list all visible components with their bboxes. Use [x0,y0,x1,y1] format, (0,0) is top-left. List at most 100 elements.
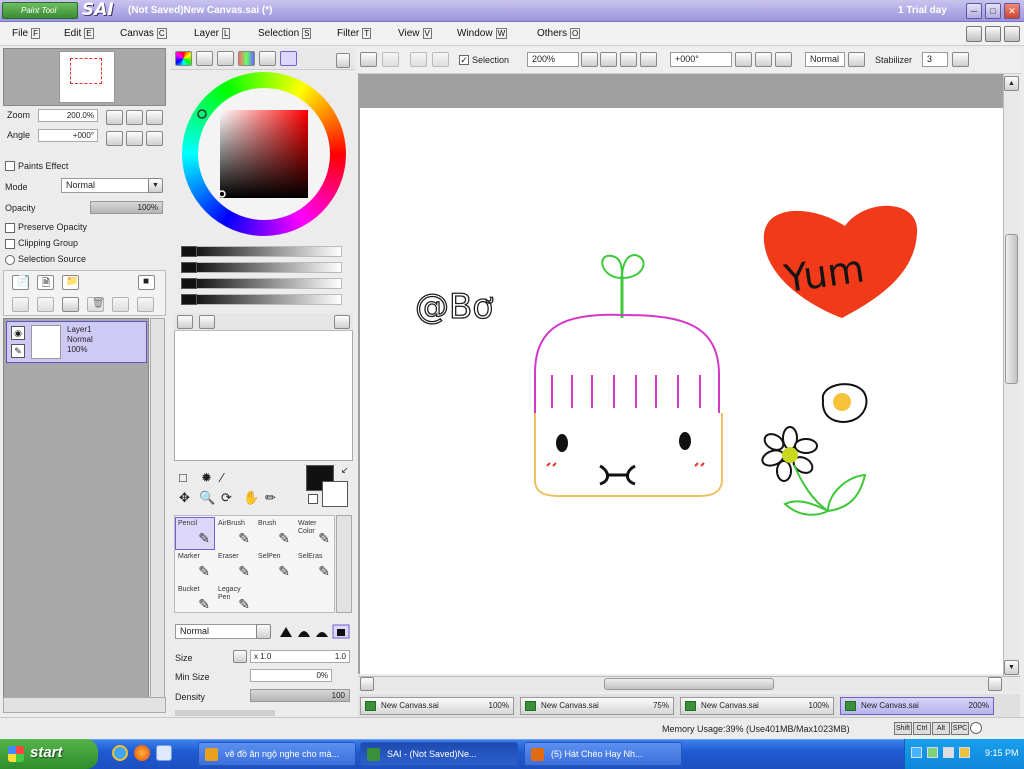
canvas-zoom-out-button[interactable] [600,52,617,67]
secondary-color-swatch[interactable] [322,481,348,507]
size-field[interactable]: x 1.0 1.0 [250,650,350,663]
round-tip-icon[interactable] [298,631,310,637]
tool-seleras[interactable]: SelEras ✎ [295,550,335,583]
soft-tip-icon[interactable] [316,632,328,637]
gray-slider-3[interactable] [181,278,342,289]
taskbar-button[interactable]: (5) Hát Chèo Hay Nh... [524,742,682,766]
menu-canvas[interactable]: Canvas C [120,28,167,39]
scroll-up-button[interactable]: ▲ [1004,76,1019,91]
duplicate-layer-button[interactable] [112,297,129,312]
zoom-reset-button[interactable] [146,110,163,125]
layer-row[interactable]: ◉ ✎ Layer1 Normal 100% [6,321,147,363]
brush-blend-select[interactable]: Normal [175,624,257,639]
scratch-left-button[interactable] [177,315,193,329]
transfer-down-button[interactable] [12,297,29,312]
paints-effect-toggle[interactable] [5,161,15,171]
tool-eraser[interactable]: Eraser ✎ [215,550,255,583]
selection-checkbox[interactable]: ✓ [459,55,469,65]
tool-marker[interactable]: Marker ✎ [175,550,215,583]
new-layer-button[interactable]: 📄 [12,275,29,290]
scratchpad[interactable] [174,313,353,461]
document-tab[interactable]: New Canvas.sai 200% [840,697,994,715]
brush-settings-more[interactable] [175,710,275,716]
show-desktop-icon[interactable] [156,745,172,761]
tool-palette-scrollbar[interactable] [336,515,352,613]
color-panel-menu-button[interactable] [336,53,350,68]
maximize-button[interactable]: □ [985,3,1001,19]
scroll-right-button[interactable] [988,677,1002,691]
navigator-thumbnail[interactable] [59,51,115,103]
menu-others[interactable]: Others O [537,28,581,39]
volume-icon[interactable] [943,747,954,758]
move-icon[interactable]: ✥ [179,490,190,506]
menu-layer[interactable]: Layer L [194,28,231,39]
canvas-hscroll-thumb[interactable] [604,678,774,690]
visibility-eye-icon[interactable]: ◉ [11,326,25,340]
color-mixer-mode-button[interactable] [259,51,276,66]
color-wheel-mode-button[interactable] [175,51,192,66]
triangle-tip-icon[interactable] [280,627,292,637]
eyedropper-icon[interactable]: ✏ [265,490,276,506]
scroll-left-button[interactable] [360,677,374,691]
new-linked-layer-button[interactable]: 🗎 [37,275,54,290]
scratch-menu-button[interactable] [334,315,350,329]
rgb-slider-mode-button[interactable] [196,51,213,66]
pencil-lock-icon[interactable]: ✎ [11,344,25,358]
tool-airbrush[interactable]: AirBrush ✎ [215,517,255,550]
document-tab[interactable]: New Canvas.sai 100% [360,697,514,715]
ie-quicklaunch-icon[interactable] [112,745,128,761]
zoom-in-button[interactable] [126,110,143,125]
rotate-reset-button[interactable] [146,131,163,146]
size-multiplier-button[interactable] [233,650,247,663]
undo-button[interactable] [360,52,377,67]
layer-list-scrollbar[interactable] [150,318,165,710]
stabilizer-field[interactable]: 3 [922,52,948,67]
scroll-down-button[interactable]: ▼ [1004,660,1019,675]
menu-file[interactable]: File F [12,28,41,39]
tool-pencil[interactable]: Pencil ✎ [175,517,215,550]
transparent-color-toggle[interactable] [308,494,318,504]
layer-mode-select[interactable]: Normal [61,178,149,193]
flip-canvas-button[interactable] [848,52,865,67]
deselect-button[interactable] [410,52,427,67]
canvas-zoom-reset-button[interactable] [640,52,657,67]
start-button[interactable]: start [0,739,98,769]
stabilizer-dropdown[interactable] [952,52,969,67]
hsv-slider-mode-button[interactable] [217,51,234,66]
mdi-close-button[interactable] [1004,26,1020,42]
rotate-left-button[interactable] [106,131,123,146]
lasso-icon[interactable]: ✹ [201,470,212,486]
canvas-zoom-in-button[interactable] [620,52,637,67]
canvas-rotate-left-button[interactable] [735,52,752,67]
swatches-mode-button[interactable] [280,51,297,66]
zoom-icon[interactable]: 🔍 [199,490,215,506]
invert-selection-button[interactable] [432,52,449,67]
layer-mask-button[interactable] [137,297,154,312]
rotate-right-button[interactable] [126,131,143,146]
angle-field[interactable]: +000° [38,129,98,142]
opacity-slider[interactable]: 100% [90,201,163,214]
panel-menu-button[interactable]: ■ [138,275,155,290]
selection-source-checkbox[interactable] [5,255,15,265]
mdi-restore-button[interactable] [985,26,1001,42]
clipping-group-checkbox[interactable] [5,239,15,249]
min-size-field[interactable]: 0% [250,669,332,682]
tool-bucket[interactable]: Bucket ✎ [175,583,215,616]
canvas-rotate-reset-button[interactable] [775,52,792,67]
security-icon[interactable] [927,747,938,758]
color-wheel[interactable] [180,70,348,238]
tool-water-color[interactable]: Water Color ✎ [295,517,335,550]
gray-slider-4[interactable] [181,294,342,305]
navigator-panel[interactable] [3,48,166,106]
minimize-button[interactable]: ─ [966,3,982,19]
preserve-opacity-checkbox[interactable] [5,223,15,233]
firefox-quicklaunch-icon[interactable] [134,745,150,761]
hand-icon[interactable]: ✋ [243,490,259,506]
scratch-right-button[interactable] [199,315,215,329]
magic-wand-icon[interactable]: ∕ [221,470,223,485]
brush-blend-dropdown[interactable] [256,624,271,639]
rotate-icon[interactable]: ⟳ [221,490,232,506]
rect-select-icon[interactable]: □ [179,470,187,485]
document-tab[interactable]: New Canvas.sai 100% [680,697,834,715]
taskbar-button[interactable]: SAI - (Not Saved)Ne... [360,742,518,766]
